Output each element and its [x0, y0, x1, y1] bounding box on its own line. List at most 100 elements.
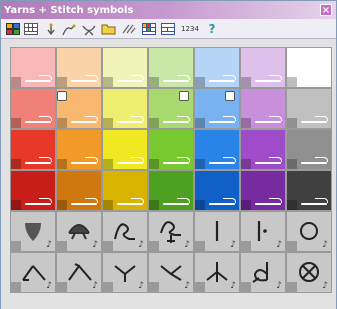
yarns-stitch-window: Yarns + Stitch symbols × 1234 ? ♪ ♪ ♪ ♪ …: [0, 0, 337, 309]
swatch-corner-marker: [103, 77, 113, 87]
yarn-color-swatch[interactable]: [240, 170, 286, 211]
yarn-thread-icon: [209, 162, 235, 164]
stitch-symbol-swatch[interactable]: ♪: [56, 252, 102, 293]
yarn-color-swatch[interactable]: [56, 129, 102, 170]
yarn-curl-icon: [223, 157, 236, 162]
swatch-corner-marker: [287, 118, 297, 128]
stitch-symbol-swatch[interactable]: ♪: [240, 252, 286, 293]
music-note-icon: ♪: [184, 281, 190, 291]
yarn-color-swatch[interactable]: [194, 129, 240, 170]
folder-open-button[interactable]: [100, 21, 118, 37]
swatch-corner-marker: [149, 159, 159, 169]
swatch-corner-marker: [241, 159, 251, 169]
yarn-color-swatch[interactable]: [194, 170, 240, 211]
stitch-symbol-swatch[interactable]: ♪: [148, 252, 194, 293]
circle-symbol-icon: [300, 222, 318, 240]
yarn-color-swatch[interactable]: [102, 170, 148, 211]
swatch-corner-marker: [287, 77, 297, 87]
yarn-curl-icon: [85, 198, 98, 203]
yarn-thread-icon: [163, 121, 189, 123]
palette-view-button[interactable]: [4, 21, 22, 37]
yarn-curl-icon: [223, 198, 236, 203]
swatch-corner-marker: [11, 200, 21, 210]
selected-marker: [57, 91, 67, 101]
yarn-thread-icon: [71, 162, 97, 164]
yarn-color-swatch[interactable]: [10, 88, 56, 129]
music-note-icon: ♪: [92, 240, 98, 250]
yarn-curl-icon: [269, 157, 282, 162]
swatch-corner-marker: [57, 77, 67, 87]
yarn-down-button[interactable]: [42, 21, 60, 37]
yarn-thread-icon: [255, 203, 281, 205]
yarn-color-swatch[interactable]: [286, 170, 332, 211]
yarn-color-swatch[interactable]: [148, 88, 194, 129]
stitch-symbol-swatch[interactable]: ♪: [194, 211, 240, 252]
stitch-symbol-swatch[interactable]: ♪: [102, 252, 148, 293]
yarn-thread-icon: [25, 162, 51, 164]
swatch-corner-marker: [11, 159, 21, 169]
yarn-color-swatch[interactable]: [10, 47, 56, 88]
yarn-color-swatch[interactable]: [148, 170, 194, 211]
stitch-symbol-swatch[interactable]: ♪: [10, 252, 56, 293]
palette-view-icon: [6, 23, 20, 35]
yarn-color-swatch[interactable]: [102, 47, 148, 88]
music-note-icon: ♪: [46, 281, 52, 291]
yarn-curl-icon: [39, 116, 52, 121]
yarn-curl-icon: [39, 198, 52, 203]
title-bar[interactable]: Yarns + Stitch symbols ×: [1, 1, 336, 19]
stitch-symbol-swatch[interactable]: ♪: [10, 211, 56, 252]
yarn-thread-icon: [117, 203, 143, 205]
stitch-symbol-swatch[interactable]: ♪: [56, 211, 102, 252]
yarn-color-swatch[interactable]: [286, 88, 332, 129]
yarn-curl-icon: [269, 198, 282, 203]
stitch-symbol-swatch[interactable]: ♪: [102, 211, 148, 252]
swatch-corner-marker: [287, 200, 297, 210]
swap-button[interactable]: [120, 21, 138, 37]
yarn-color-swatch[interactable]: [56, 170, 102, 211]
yarn-color-swatch[interactable]: [194, 88, 240, 129]
yarn-color-swatch[interactable]: [148, 47, 194, 88]
close-button[interactable]: ×: [320, 4, 332, 16]
stitch-symbol-swatch[interactable]: ♪: [286, 211, 332, 252]
stitch-symbol-swatch[interactable]: ♪: [240, 211, 286, 252]
yarn-color-swatch[interactable]: [194, 47, 240, 88]
help-button[interactable]: ?: [203, 21, 221, 37]
yarn-color-swatch[interactable]: [10, 170, 56, 211]
yarn-color-swatch[interactable]: [10, 129, 56, 170]
numbers-button[interactable]: 1234: [179, 21, 201, 37]
music-note-icon: ♪: [230, 240, 236, 250]
yarn-color-swatch[interactable]: [240, 47, 286, 88]
grid-view-button[interactable]: [22, 21, 40, 37]
yarn-thread-icon: [255, 162, 281, 164]
grid-view-icon: [24, 23, 38, 35]
yarn-color-swatch[interactable]: [240, 88, 286, 129]
yarn-color-swatch[interactable]: [56, 88, 102, 129]
stitch-symbol-swatch[interactable]: ♪: [148, 211, 194, 252]
music-note-icon: ♪: [276, 281, 282, 291]
yarn-color-swatch[interactable]: [286, 47, 332, 88]
yarn-thread-icon: [301, 162, 327, 164]
yarn-thread-icon: [25, 121, 51, 123]
yarn-color-swatch[interactable]: [240, 129, 286, 170]
yarn-thread-icon: [71, 80, 97, 82]
swatch-corner-marker: [149, 77, 159, 87]
yarn-thread-icon: [117, 80, 143, 82]
stitch-symbol-swatch[interactable]: ♪: [194, 252, 240, 293]
music-note-icon: ♪: [230, 281, 236, 291]
yarn-color-swatch[interactable]: [286, 129, 332, 170]
chart-b-button[interactable]: [159, 21, 177, 37]
swatch-corner-marker: [287, 159, 297, 169]
stitch-both-button[interactable]: [80, 21, 98, 37]
swatch-corner-marker: [241, 77, 251, 87]
yarn-thread-icon: [25, 80, 51, 82]
yarn-color-swatch[interactable]: [102, 129, 148, 170]
yarn-color-swatch[interactable]: [102, 88, 148, 129]
trident-symbol-icon: [206, 262, 228, 282]
yarn-color-swatch[interactable]: [148, 129, 194, 170]
yarn-thread-icon: [209, 121, 235, 123]
stitch-symbol-swatch[interactable]: ♪: [286, 252, 332, 293]
stitch-left-button[interactable]: [60, 21, 78, 37]
swatch-corner-marker: [11, 118, 21, 128]
yarn-color-swatch[interactable]: [56, 47, 102, 88]
chart-a-button[interactable]: [140, 21, 158, 37]
